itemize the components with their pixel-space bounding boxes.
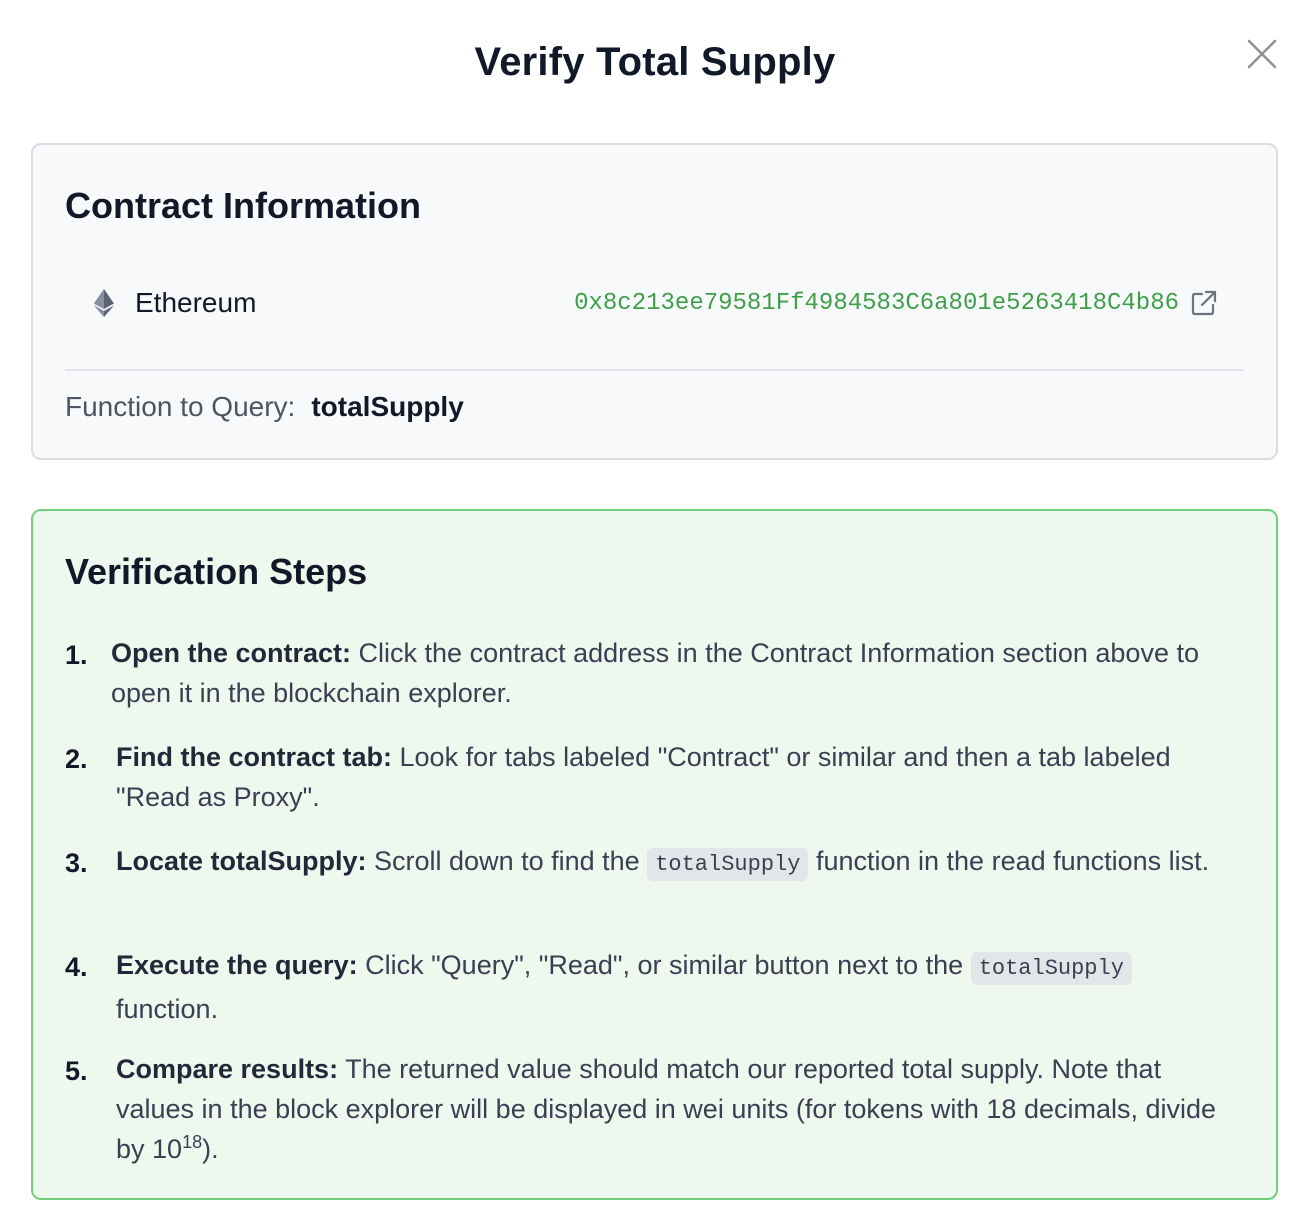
inline-code: totalSupply	[647, 848, 809, 881]
contract-information-title: Contract Information	[65, 185, 421, 226]
step-item: 5. Compare results: The returned value s…	[65, 1049, 1225, 1169]
step-heading: Open the contract:	[111, 638, 352, 668]
chain-row: Ethereum	[93, 286, 256, 320]
step-number: 2.	[65, 744, 88, 774]
step-number: 5.	[65, 1056, 88, 1086]
step-body: Compare results: The returned value shou…	[116, 1049, 1225, 1169]
verify-supply-modal: Verify Total Supply Contract Information…	[0, 0, 1310, 1220]
step-text: function.	[116, 994, 219, 1024]
step-heading: Locate totalSupply:	[116, 846, 367, 876]
step-number: 1.	[65, 640, 88, 670]
step-item: 1. Open the contract: Click the contract…	[65, 633, 1225, 713]
step-item: 3. Locate totalSupply: Scroll down to fi…	[65, 841, 1225, 885]
step-item: 4. Execute the query: Click "Query", "Re…	[65, 945, 1225, 1029]
inline-code: totalSupply	[970, 952, 1132, 985]
divider	[65, 369, 1244, 371]
function-row: Function to Query: totalSupply	[65, 391, 464, 423]
function-name: totalSupply	[311, 391, 464, 422]
step-body: Execute the query: Click "Query", "Read"…	[116, 945, 1225, 1029]
external-link-icon[interactable]	[1190, 289, 1218, 317]
step-heading: Execute the query:	[116, 950, 358, 980]
step-body: Open the contract: Click the contract ad…	[111, 633, 1225, 713]
contract-address-link[interactable]: 0x8c213ee79581Ff4984583C6a801e5263418C4b…	[574, 287, 1218, 319]
step-text: Click "Query", "Read", or similar button…	[365, 950, 964, 980]
verification-steps-title: Verification Steps	[65, 551, 368, 592]
contract-information-card: Contract Information Ethereum 0x8c213ee7…	[31, 143, 1278, 460]
step-body: Find the contract tab: Look for tabs lab…	[116, 737, 1225, 817]
step-number: 4.	[65, 952, 88, 982]
step-body: Locate totalSupply: Scroll down to find …	[116, 841, 1225, 885]
step-number: 3.	[65, 848, 88, 878]
function-label: Function to Query:	[65, 391, 296, 422]
step-item: 2. Find the contract tab: Look for tabs …	[65, 737, 1225, 817]
chain-name: Ethereum	[135, 287, 257, 318]
ethereum-icon	[94, 289, 114, 317]
step-text: function in the read functions list.	[815, 846, 1210, 876]
close-icon[interactable]	[1244, 36, 1280, 72]
step-heading: Find the contract tab:	[116, 742, 392, 772]
step-text: ).	[202, 1134, 219, 1164]
superscript: 18	[182, 1132, 203, 1152]
contract-address[interactable]: 0x8c213ee79581Ff4984583C6a801e5263418C4b…	[574, 290, 1179, 317]
step-text: Scroll down to find the	[374, 846, 640, 876]
modal-title: Verify Total Supply	[474, 40, 836, 84]
verification-steps-card: Verification Steps 1. Open the contract:…	[31, 509, 1278, 1200]
step-heading: Compare results:	[116, 1054, 339, 1084]
